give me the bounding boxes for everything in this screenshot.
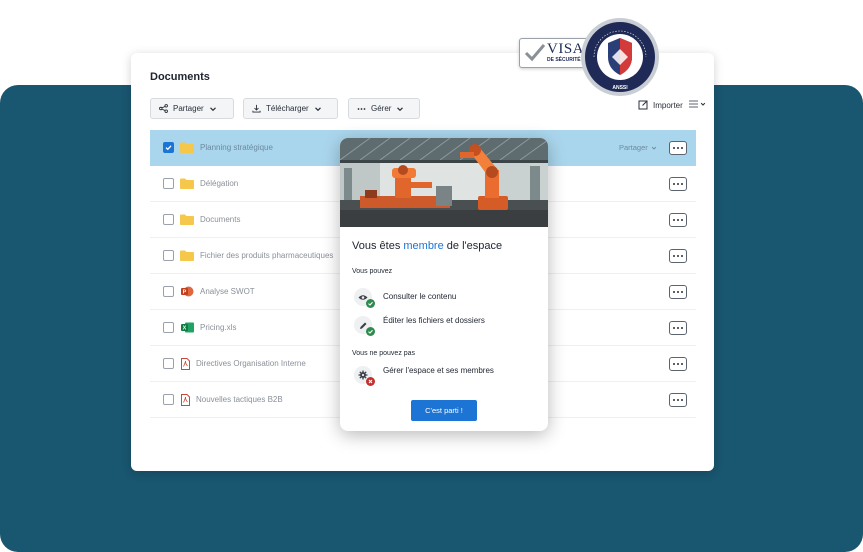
heading-prefix: Vous êtes <box>352 240 404 252</box>
import-button[interactable]: Importer <box>638 100 683 110</box>
can-section-title: Vous pouvez <box>352 268 393 275</box>
check-icon <box>366 327 375 336</box>
manage-button[interactable]: Gérer <box>348 98 420 119</box>
file-name: Fichier des produits pharmaceutiques <box>200 251 334 260</box>
file-name: Documents <box>200 215 241 224</box>
file-name: Directives Organisation Interne <box>196 359 306 368</box>
chevron-down-icon <box>651 146 657 150</box>
download-label: Télécharger <box>266 104 309 113</box>
list-icon <box>689 100 698 108</box>
visa-sub-label: DE SÉCURITÉ <box>547 57 581 63</box>
more-options-button[interactable] <box>669 248 687 263</box>
chevron-down-icon <box>314 106 321 111</box>
folder-icon <box>180 142 194 154</box>
share-label: Partager <box>173 104 204 113</box>
more-options-button[interactable] <box>669 284 687 299</box>
seal-text: ANSSI <box>612 85 628 91</box>
check-icon <box>165 145 172 151</box>
file-name: Pricing.xls <box>200 323 237 332</box>
row-checkbox[interactable] <box>163 214 174 225</box>
import-icon <box>638 100 648 110</box>
heading-suffix: de l'espace <box>443 240 503 252</box>
permission-label: Consulter le contenu <box>383 292 457 301</box>
check-icon <box>366 299 375 308</box>
row-checkbox[interactable] <box>163 178 174 189</box>
row-checkbox[interactable] <box>163 142 174 153</box>
chevron-down-icon <box>700 102 706 106</box>
folder-icon <box>180 214 194 226</box>
row-checkbox[interactable] <box>163 286 174 297</box>
permission-item: Éditer les fichiers et dossiers <box>354 316 544 336</box>
file-name: Analyse SWOT <box>200 287 255 296</box>
permission-label: Éditer les fichiers et dossiers <box>383 316 485 325</box>
share-button[interactable]: Partager <box>150 98 234 119</box>
more-options-button[interactable] <box>669 140 687 155</box>
visa-label: VISA <box>547 41 585 57</box>
member-permissions-popup: Vous êtes membre de l'espace Vous pouvez… <box>340 138 548 431</box>
excel-icon: X <box>180 322 194 334</box>
row-checkbox[interactable] <box>163 322 174 333</box>
file-name: Délégation <box>200 179 239 188</box>
more-options-button[interactable] <box>669 212 687 227</box>
permission-label: Gérer l'espace et ses membres <box>383 366 494 375</box>
more-options-button[interactable] <box>669 392 687 407</box>
anssi-seal-logo: ANSSI <box>581 18 659 96</box>
folder-icon <box>180 250 194 262</box>
view-mode-toggle[interactable] <box>689 100 706 108</box>
pdf-icon <box>180 393 190 406</box>
svg-text:X: X <box>182 326 186 332</box>
import-label: Importer <box>653 100 683 110</box>
factory-robot-illustration <box>340 138 548 227</box>
manage-label: Gérer <box>371 104 392 113</box>
dots-icon <box>357 107 366 110</box>
more-options-button[interactable] <box>669 356 687 371</box>
svg-text:P: P <box>182 290 186 296</box>
file-name: Nouvelles tactiques B2B <box>196 395 283 404</box>
more-options-button[interactable] <box>669 320 687 335</box>
powerpoint-icon: P <box>180 286 194 298</box>
chevron-down-icon <box>397 106 404 111</box>
close-icon <box>366 377 375 386</box>
chevron-down-icon <box>209 106 216 111</box>
file-name: Planning stratégique <box>200 143 273 152</box>
row-checkbox[interactable] <box>163 250 174 261</box>
permission-item: Consulter le contenu <box>354 288 544 308</box>
share-icon <box>159 104 168 113</box>
row-share-label: Partager <box>619 143 648 152</box>
row-checkbox[interactable] <box>163 394 174 405</box>
row-share-button[interactable]: Partager <box>619 143 657 152</box>
checkmark-icon <box>524 44 546 62</box>
more-options-button[interactable] <box>669 176 687 191</box>
row-checkbox[interactable] <box>163 358 174 369</box>
cannot-section-title: Vous ne pouvez pas <box>352 350 416 357</box>
download-button[interactable]: Télécharger <box>243 98 338 119</box>
pdf-icon <box>180 357 190 370</box>
download-icon <box>252 104 261 113</box>
folder-icon <box>180 178 194 190</box>
start-button[interactable]: C'est parti ! <box>411 400 477 421</box>
permission-item: Gérer l'espace et ses membres <box>354 366 544 386</box>
popup-heading: Vous êtes membre de l'espace <box>352 240 502 252</box>
page-title: Documents <box>150 71 210 83</box>
heading-role: membre <box>403 240 444 252</box>
